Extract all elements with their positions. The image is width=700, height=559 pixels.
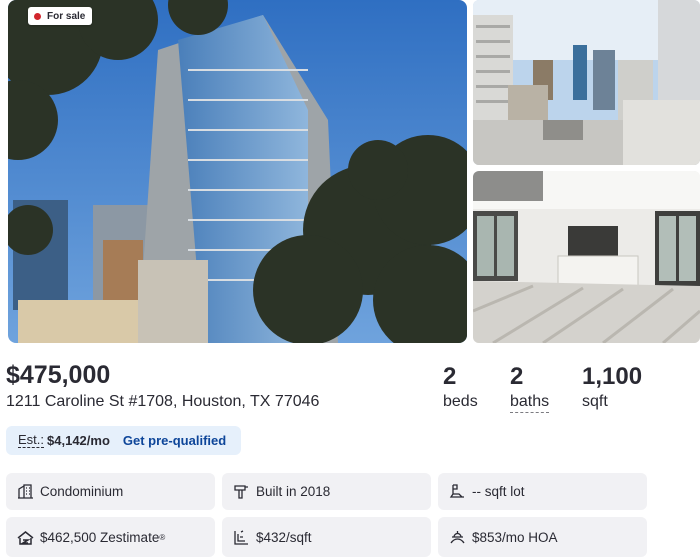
lot-icon xyxy=(449,483,466,500)
fact-home-type: Condominium xyxy=(6,473,215,510)
baths-stat[interactable]: 2 baths xyxy=(510,363,550,413)
fact-year-built-text: Built in 2018 xyxy=(256,484,331,499)
registered-mark: ® xyxy=(159,532,166,542)
status-badge: For sale xyxy=(28,7,93,25)
lobby-image xyxy=(473,171,700,343)
beds-stat: 2 beds xyxy=(443,363,478,411)
fact-price-per-sqft: $432/sqft xyxy=(222,517,431,557)
fact-year-built: Built in 2018 xyxy=(222,473,431,510)
sqft-stat: 1,100 sqft xyxy=(582,363,642,411)
listing-price: $475,000 xyxy=(6,361,111,389)
beds-label: beds xyxy=(443,393,478,410)
main-listing-photo[interactable]: For sale xyxy=(8,0,467,343)
tower-exterior-image xyxy=(8,0,467,343)
price-per-sqft-icon xyxy=(233,529,250,546)
skyline-image xyxy=(473,0,700,165)
baths-label[interactable]: baths xyxy=(510,393,550,413)
hoa-icon xyxy=(449,529,466,546)
estimated-payment-pill: Est.: $4,142/mo Get pre-qualified xyxy=(6,426,241,455)
fact-hoa-text: $853/mo HOA xyxy=(472,529,558,545)
hammer-icon xyxy=(233,483,250,500)
fact-hoa: $853/mo HOA xyxy=(438,517,647,557)
skyline-photo[interactable] xyxy=(473,0,700,165)
fact-lot-size-text: -- sqft lot xyxy=(472,484,525,499)
status-dot-icon xyxy=(34,12,41,20)
fact-price-per-sqft-text: $432/sqft xyxy=(256,529,312,545)
listing-address: 1211 Caroline St #1708, Houston, TX 7704… xyxy=(6,393,320,410)
building-icon xyxy=(17,483,34,500)
status-badge-label: For sale xyxy=(47,10,86,22)
zestimate-icon xyxy=(17,529,34,546)
fact-zestimate[interactable]: $462,500 Zestimate ® xyxy=(6,517,215,557)
get-prequalified-link[interactable]: Get pre-qualified xyxy=(123,433,226,448)
sqft-label: sqft xyxy=(582,393,608,410)
estimate-label[interactable]: Est.: xyxy=(18,433,45,448)
estimate-value: $4,142/mo xyxy=(47,433,110,448)
baths-value: 2 xyxy=(510,363,524,390)
photo-gallery: For sale xyxy=(0,0,700,345)
fact-home-type-text: Condominium xyxy=(40,484,124,499)
fact-zestimate-text: $462,500 Zestimate xyxy=(40,529,160,545)
fact-lot-size: -- sqft lot xyxy=(438,473,647,510)
lobby-photo[interactable] xyxy=(473,171,700,343)
sqft-value: 1,100 xyxy=(582,363,643,390)
beds-value: 2 xyxy=(443,363,457,390)
